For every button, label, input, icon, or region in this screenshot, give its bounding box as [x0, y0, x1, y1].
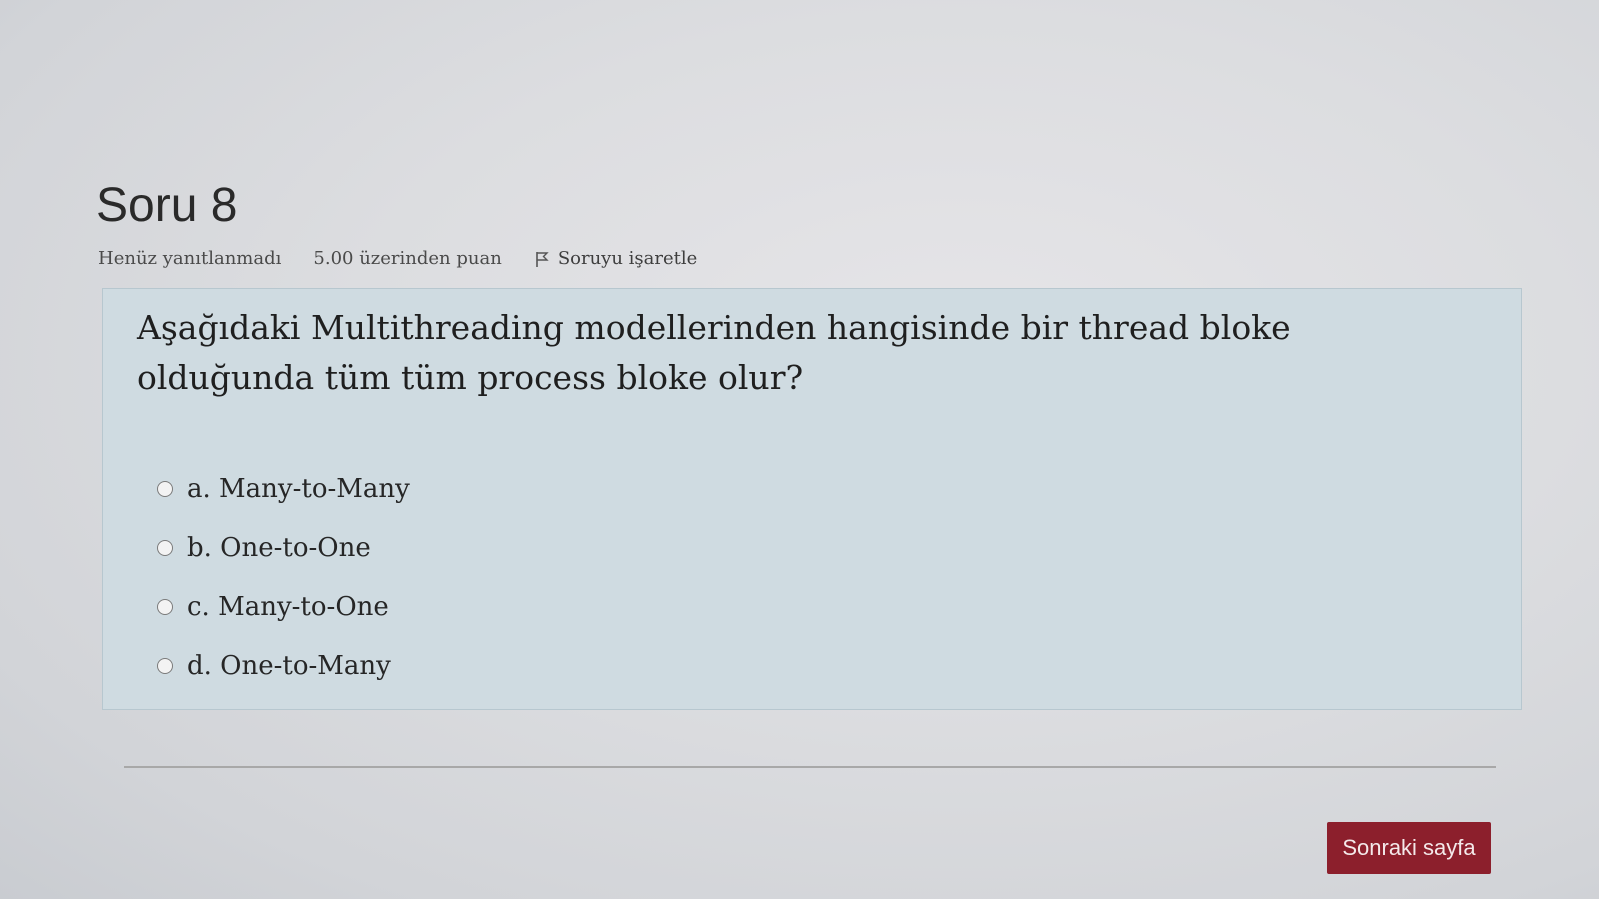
answer-option-d[interactable]: d. One-to-Many	[157, 636, 410, 695]
answer-option-a[interactable]: a. Many-to-Many	[157, 459, 410, 518]
question-content: Aşağıdaki Multithreading modellerinden h…	[102, 288, 1522, 710]
divider	[124, 766, 1496, 768]
next-page-button[interactable]: Sonraki sayfa	[1327, 822, 1491, 874]
answer-list: a. Many-to-Many b. One-to-One c. Many-to…	[157, 459, 410, 695]
radio-button-b[interactable]	[157, 539, 173, 556]
question-title: Soru 8	[96, 179, 238, 232]
flag-question-link[interactable]: Soruyu işaretle	[534, 248, 697, 269]
answer-label-a[interactable]: a. Many-to-Many	[187, 474, 410, 504]
answer-label-c[interactable]: c. Many-to-One	[187, 592, 389, 622]
flag-icon	[536, 251, 549, 267]
answer-label-b[interactable]: b. One-to-One	[187, 533, 371, 563]
question-grade: 5.00 üzerinden puan	[313, 248, 502, 269]
question-info: Henüz yanıtlanmadı 5.00 üzerinden puan S…	[98, 248, 697, 269]
answer-label-d[interactable]: d. One-to-Many	[187, 651, 391, 681]
flag-question-label: Soruyu işaretle	[557, 248, 698, 269]
radio-button-d[interactable]	[157, 657, 173, 674]
question-text: Aşağıdaki Multithreading modellerinden h…	[137, 308, 1291, 397]
question-state: Henüz yanıtlanmadı	[98, 248, 282, 269]
radio-button-a[interactable]	[157, 480, 173, 497]
answer-option-c[interactable]: c. Many-to-One	[157, 577, 410, 636]
answer-option-b[interactable]: b. One-to-One	[157, 518, 410, 577]
radio-button-c[interactable]	[157, 598, 173, 615]
